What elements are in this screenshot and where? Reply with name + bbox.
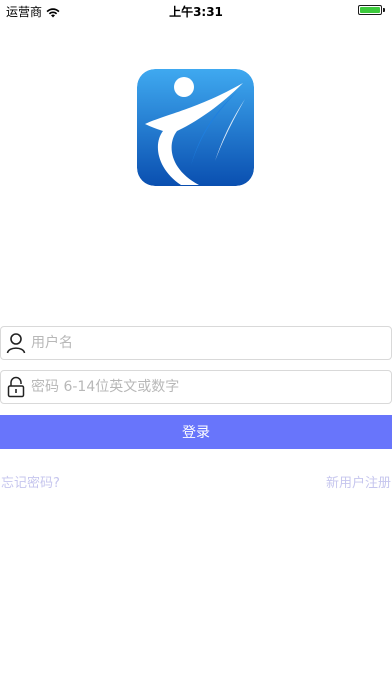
forgot-password-link[interactable]: 忘记密码? — [1, 472, 60, 491]
status-time: 上午3:31 — [169, 5, 223, 19]
battery-fill — [360, 7, 380, 13]
status-bar: 运营商 上午3:31 — [0, 0, 392, 20]
user-icon — [1, 327, 31, 359]
app-logo-icon — [137, 69, 254, 186]
username-input[interactable] — [31, 328, 371, 358]
password-input[interactable] — [31, 372, 371, 402]
battery-icon — [358, 5, 385, 15]
lock-icon — [1, 371, 31, 403]
username-field — [0, 326, 392, 360]
password-field — [0, 370, 392, 404]
register-link[interactable]: 新用户注册 — [326, 472, 391, 491]
login-button[interactable]: 登录 — [0, 415, 392, 449]
login-screen: 运营商 上午3:31 用户名 登录 忘记密码? 新用户注册 — [0, 0, 392, 696]
